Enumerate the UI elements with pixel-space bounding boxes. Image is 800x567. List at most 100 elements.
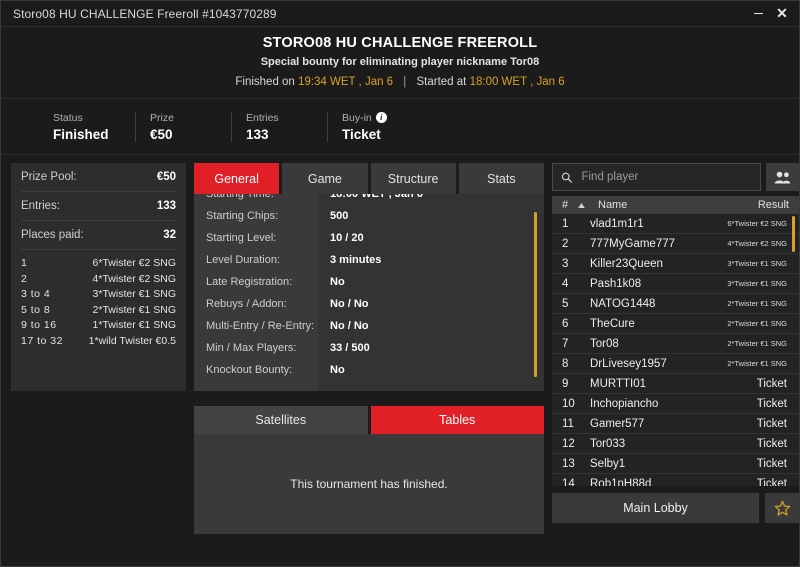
info-label: Starting Chips: — [206, 210, 279, 222]
header-rank[interactable]: # — [552, 199, 578, 211]
info-value: 18:00 WET , Jan 6 — [330, 194, 423, 200]
player-name: Tor08 — [590, 337, 619, 350]
favorite-button[interactable] — [765, 493, 799, 523]
player-name: TheCure — [590, 317, 635, 330]
info-row: Late Registration: No — [194, 271, 544, 293]
footer-actions: Main Lobby — [552, 493, 799, 523]
payout-row: 3 to 4 3*Twister €1 SNG — [21, 287, 176, 303]
payout-prize: 1*Twister €1 SNG — [92, 319, 176, 331]
general-info-scrollbar[interactable] — [534, 212, 537, 377]
search-icon — [561, 172, 573, 183]
player-name: Rob1nH88d — [590, 477, 652, 487]
table-row[interactable]: 9 MURTTI01 Ticket — [552, 374, 799, 394]
player-result: 2*Twister €1 SNG — [727, 319, 787, 328]
table-row[interactable]: 2 777MyGame777 4*Twister €2 SNG — [552, 234, 799, 254]
prize-row: Places paid: 32 — [21, 221, 176, 250]
stat-label-text: Prize — [150, 111, 174, 124]
payout-row: 9 to 16 1*Twister €1 SNG — [21, 318, 176, 334]
people-icon — [774, 171, 791, 183]
table-row[interactable]: 6 TheCure 2*Twister €1 SNG — [552, 314, 799, 334]
player-list-scrollbar[interactable] — [792, 216, 795, 252]
prize-row-key: Prize Pool: — [21, 171, 77, 183]
minimize-button[interactable] — [747, 3, 769, 25]
info-value: 10 / 20 — [330, 232, 364, 244]
search-input[interactable] — [579, 170, 752, 184]
info-label: Multi-Entry / Re-Entry: — [206, 320, 315, 332]
stat-entries: Entries 133 — [231, 111, 327, 142]
table-row[interactable]: 8 DrLivesey1957 2*Twister €1 SNG — [552, 354, 799, 374]
tab-structure[interactable]: Structure — [370, 163, 456, 194]
table-row[interactable]: 10 Inchopiancho Ticket — [552, 394, 799, 414]
info-icon[interactable]: i — [375, 112, 387, 123]
info-row: Multi-Entry / Re-Entry: No / No — [194, 315, 544, 337]
tab-general[interactable]: General — [194, 163, 280, 194]
player-rank: 2 — [562, 237, 569, 250]
player-rank: 1 — [562, 217, 569, 230]
payout-prize: 1*wild Twister €0.5 — [88, 334, 176, 347]
player-name: DrLivesey1957 — [590, 357, 667, 370]
info-value: No / No — [330, 298, 369, 310]
table-row[interactable]: 4 Pash1k08 3*Twister €1 SNG — [552, 274, 799, 294]
subtab-satellites[interactable]: Satellites — [194, 406, 368, 434]
player-rank: 10 — [562, 397, 575, 410]
player-result: 3*Twister €1 SNG — [727, 279, 787, 288]
table-row[interactable]: 7 Tor08 2*Twister €1 SNG — [552, 334, 799, 354]
table-row[interactable]: 1 vlad1m1r1 6*Twister €2 SNG — [552, 214, 799, 234]
player-result: 6*Twister €2 SNG — [727, 219, 787, 228]
player-name: Inchopiancho — [590, 397, 659, 410]
player-rank: 5 — [562, 297, 569, 310]
player-table-header: # Name Result — [552, 196, 799, 214]
table-row[interactable]: 14 Rob1nH88d Ticket — [552, 474, 799, 487]
tab-stats[interactable]: Stats — [458, 163, 544, 194]
prize-row: Prize Pool: €50 — [21, 163, 176, 192]
info-label: Late Registration: — [206, 276, 293, 288]
table-row[interactable]: 3 Killer23Queen 3*Twister €1 SNG — [552, 254, 799, 274]
main-lobby-button[interactable]: Main Lobby — [552, 493, 759, 523]
info-row: Level Duration: 3 minutes — [194, 249, 544, 271]
info-value: 500 — [330, 210, 349, 222]
prize-pool-panel: Prize Pool: €50 Entries: 133 Places paid: 32 … — [11, 163, 186, 391]
info-value: 3 minutes — [330, 254, 382, 266]
payout-prize: 4*Twister €2 SNG — [92, 272, 176, 285]
header-name[interactable]: Name — [590, 199, 703, 211]
lobby-body: Prize Pool: €50 Entries: 133 Places paid: 3 2 … — [1, 155, 799, 534]
finished-label: Finished on — [235, 76, 295, 88]
minimize-icon — [753, 12, 763, 15]
subtab-tables[interactable]: Tables — [370, 406, 544, 434]
payout-row: 5 to 8 2*Twister €1 SNG — [21, 303, 176, 319]
table-row[interactable]: 11 Gamer577 Ticket — [552, 414, 799, 434]
stat-label-text: Entries — [246, 111, 279, 124]
player-rank: 8 — [562, 357, 569, 370]
tables-tab-bar: Satellites Tables — [194, 406, 544, 434]
player-rank: 7 — [562, 337, 569, 350]
stat-status: Status Finished — [39, 112, 135, 142]
info-label: Starting Time: — [206, 194, 274, 200]
tab-game[interactable]: Game — [282, 163, 368, 194]
player-rank: 3 — [562, 257, 569, 270]
player-search-row — [552, 163, 799, 191]
search-box[interactable] — [552, 163, 761, 191]
player-result: 2*Twister €1 SNG — [727, 299, 787, 308]
details-tab-bar: General Game Structure Stats — [194, 163, 544, 194]
show-players-button[interactable] — [766, 163, 799, 191]
time-separator: | — [403, 76, 407, 88]
prize-column: Prize Pool: €50 Entries: 133 Places paid: 32 … — [11, 163, 186, 534]
prize-row-value: €50 — [156, 171, 176, 183]
header-result[interactable]: Result — [703, 199, 799, 211]
prize-row-key: Places paid: — [21, 229, 84, 241]
info-label: Knockout Bounty: — [206, 364, 293, 376]
info-value: No — [330, 364, 345, 376]
info-value: No — [330, 276, 345, 288]
players-column: # Name Result 1 vlad1m1r1 6*Twister €2 SNG… — [552, 163, 799, 534]
table-row[interactable]: 13 Selby1 Ticket — [552, 454, 799, 474]
info-row: Starting Chips: 500 — [194, 205, 544, 227]
player-rank: 4 — [562, 277, 569, 290]
table-row[interactable]: 12 Tor033 Ticket — [552, 434, 799, 454]
table-row[interactable]: 5 NATOG1448 2*Twister €1 SNG — [552, 294, 799, 314]
title-bar: Storo08 HU CHALLENGE Freeroll #104377028… — [1, 1, 799, 27]
player-name: 777MyGame777 — [590, 237, 676, 250]
player-result: Ticket — [756, 437, 787, 450]
sort-ascending-icon[interactable] — [578, 202, 590, 208]
close-button[interactable]: ✕ — [771, 3, 793, 25]
info-row: Starting Time: 18:00 WET , Jan 6 — [194, 194, 544, 205]
